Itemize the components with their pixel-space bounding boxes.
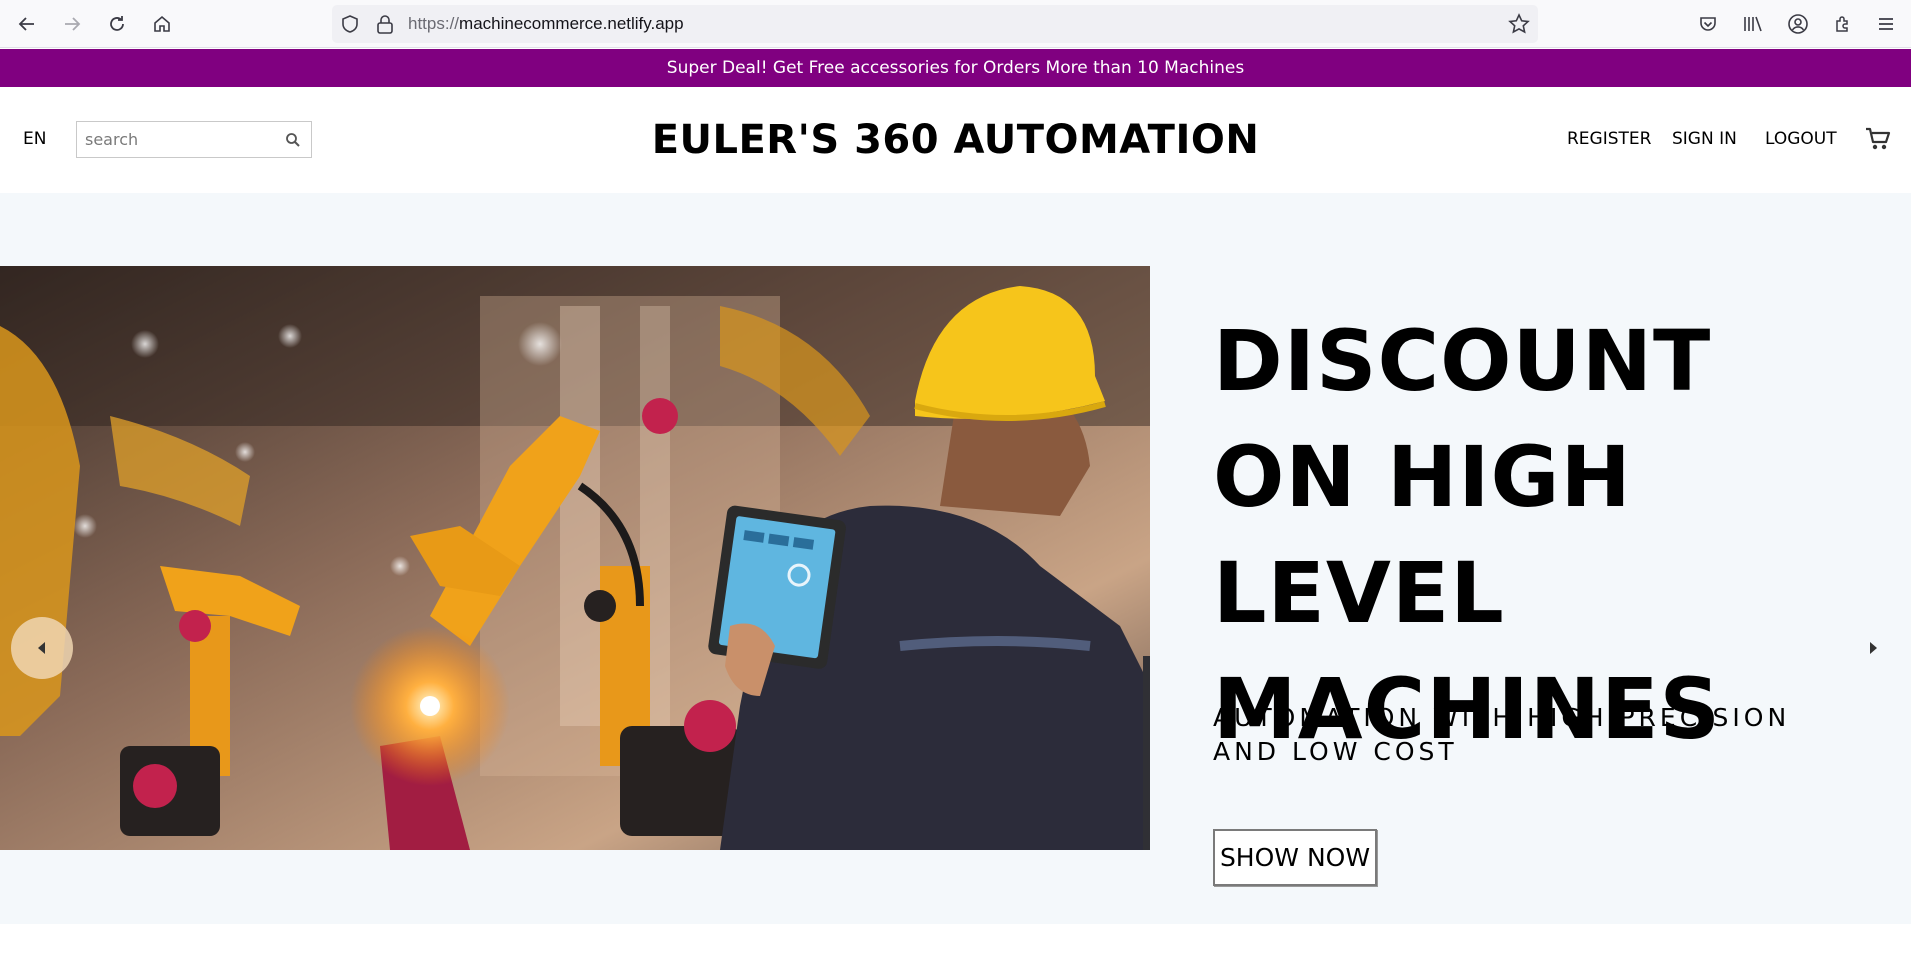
forward-button[interactable] [56, 8, 88, 40]
puzzle-icon [1836, 16, 1848, 32]
url-host: machinecommerce.netlify.app [459, 14, 684, 33]
back-button[interactable] [11, 8, 43, 40]
hero-title: DISCOUNT ON HIGH LEVEL MACHINES [1213, 312, 1721, 758]
pocket-icon [1700, 17, 1716, 31]
app-menu-button[interactable] [1872, 10, 1900, 38]
arrow-right-icon [65, 17, 81, 31]
search-box [76, 121, 312, 158]
hamburger-icon [1879, 18, 1893, 30]
lock-icon[interactable] [376, 14, 394, 34]
sign-in-link[interactable]: SIGN IN [1672, 129, 1737, 149]
home-icon [154, 15, 170, 32]
reload-icon [110, 16, 124, 31]
hero-slider: DISCOUNT ON HIGH LEVEL MACHINES AUTOMATI… [0, 193, 1911, 924]
browser-toolbar: https://machinecommerce.netlify.app [0, 0, 1911, 48]
home-button[interactable] [146, 8, 178, 40]
pocket-button[interactable] [1694, 10, 1722, 38]
arrow-left-icon [18, 17, 34, 31]
url-scheme: https:// [408, 14, 460, 33]
site-header: EN EULER'S 360 AUTOMATION REGISTER SIGN … [0, 87, 1911, 193]
account-icon [1788, 14, 1808, 34]
factory-robot-illustration [0, 266, 1150, 850]
language-label[interactable]: EN [23, 129, 46, 149]
shield-icon[interactable] [340, 14, 360, 34]
cart-icon[interactable] [1864, 125, 1892, 153]
url-text[interactable]: https://machinecommerce.netlify.app [408, 14, 684, 34]
search-icon[interactable] [285, 132, 301, 148]
library-button[interactable] [1739, 10, 1767, 38]
bookmark-star-icon[interactable] [1508, 13, 1530, 35]
show-now-button[interactable]: SHOW NOW [1213, 829, 1377, 886]
logout-link[interactable]: LOGOUT [1765, 129, 1837, 149]
promo-text: Super Deal! Get Free accessories for Ord… [666, 58, 1245, 78]
promo-banner: Super Deal! Get Free accessories for Ord… [0, 49, 1911, 87]
account-button[interactable] [1784, 10, 1812, 38]
extensions-button[interactable] [1829, 10, 1857, 38]
caret-right-icon [1870, 642, 1877, 654]
caret-left-icon [38, 642, 45, 654]
search-input[interactable] [85, 130, 271, 149]
hero-subtitle: AUTOMATION WITH HIGH PRECISION AND LOW C… [1213, 703, 1791, 766]
slider-next-button[interactable] [1842, 617, 1904, 679]
library-icon [1744, 16, 1762, 32]
slider-prev-button[interactable] [11, 617, 73, 679]
reload-button[interactable] [101, 8, 133, 40]
hero-image [0, 266, 1150, 850]
address-bar[interactable]: https://machinecommerce.netlify.app [332, 5, 1538, 43]
register-link[interactable]: REGISTER [1567, 129, 1651, 149]
